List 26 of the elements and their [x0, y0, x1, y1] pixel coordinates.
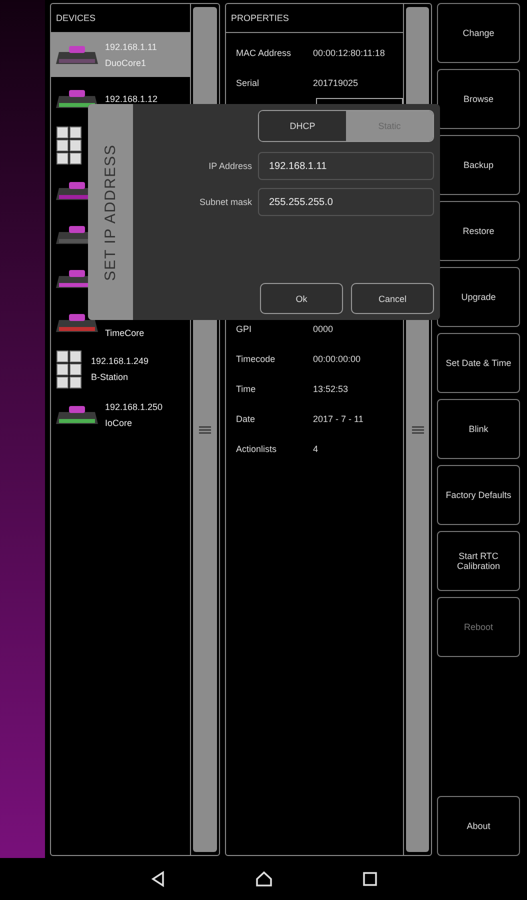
field-label: IP Address — [208, 161, 252, 171]
device-ip: 192.168.1.249 — [91, 356, 149, 366]
device-name: DuoCore1 — [105, 58, 148, 68]
property-value: 4 — [313, 444, 318, 454]
property-value: 201719025 — [313, 78, 358, 88]
property-value: 00:00:12:80:11:18 — [313, 48, 385, 58]
property-value: 0000 — [313, 324, 334, 334]
property-label: Actionlists — [236, 444, 278, 454]
property-label: GPI — [236, 324, 253, 334]
property-value: 2017 - 7 - 11 — [313, 414, 364, 424]
device-name: TimeCore — [105, 328, 144, 338]
panel-title: PROPERTIES — [226, 4, 403, 33]
field-label: Subnet mask — [199, 197, 252, 207]
property-label: Time — [236, 384, 257, 394]
dialog-title: SET IP ADDRESS — [102, 144, 119, 280]
property-label: Timecode — [236, 354, 276, 364]
device-name: B-Station — [91, 372, 130, 382]
device-ip: 192.168.1.12 — [105, 94, 158, 104]
property-value: 13:52:53 — [313, 384, 348, 394]
property-label: MAC Address — [236, 48, 292, 58]
property-label: Date — [236, 414, 256, 424]
property-value: 00:00:00:00 — [313, 354, 361, 364]
device-ip: 192.168.1.11 — [105, 42, 157, 52]
device-name: IoCore — [105, 418, 134, 428]
device-ip: 192.168.1.250 — [105, 402, 163, 412]
property-label: Serial — [236, 78, 260, 88]
